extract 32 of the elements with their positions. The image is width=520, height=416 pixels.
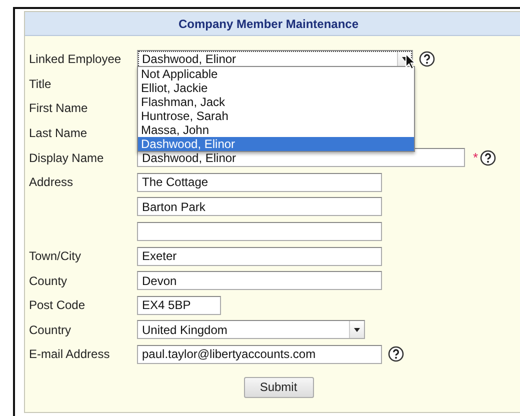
dropdown-option[interactable]: Dashwood, Elinor [138,137,414,151]
field-label: County [29,274,68,288]
submit-button[interactable]: Submit [244,376,314,398]
dropdown-option[interactable]: Flashman, Jack [138,95,414,109]
caret-icon [354,328,360,332]
field-label: Country [29,322,72,337]
dropdown-field[interactable]: United Kingdom [137,320,365,340]
text-field[interactable] [137,222,382,241]
text-field[interactable]: Barton Park [137,197,382,216]
field-label: Linked Employee [29,52,122,66]
form-title: Company Member Maintenance [178,16,359,30]
text-field[interactable]: EX4 5BP [137,296,221,315]
field-label: Post Code [29,298,86,312]
field-label: First Name [29,101,88,116]
help-icon[interactable] [480,150,496,166]
field-label: E-mail Address [29,347,110,362]
dropdown-option[interactable]: Not Applicable [138,67,414,81]
dropdown-option[interactable]: Huntrose, Sarah [138,109,414,123]
field-label: Address [29,175,74,190]
dropdown-option[interactable]: Massa, John [138,123,414,137]
field-label: Display Name [29,150,104,165]
help-icon[interactable] [388,346,404,362]
text-field[interactable]: Devon [137,271,382,290]
text-field[interactable]: The Cottage [137,172,382,192]
required-icon: * [473,150,478,166]
dropdown-option[interactable]: Elliot, Jackie [138,81,414,95]
field-label: Last Name [29,126,88,140]
field-label: Title [29,76,52,91]
help-icon[interactable] [419,51,435,68]
field-label: Town/City [29,249,82,264]
text-field[interactable]: paul.taylor@libertyaccounts.com [137,344,382,364]
text-field[interactable]: Exeter [137,246,382,266]
